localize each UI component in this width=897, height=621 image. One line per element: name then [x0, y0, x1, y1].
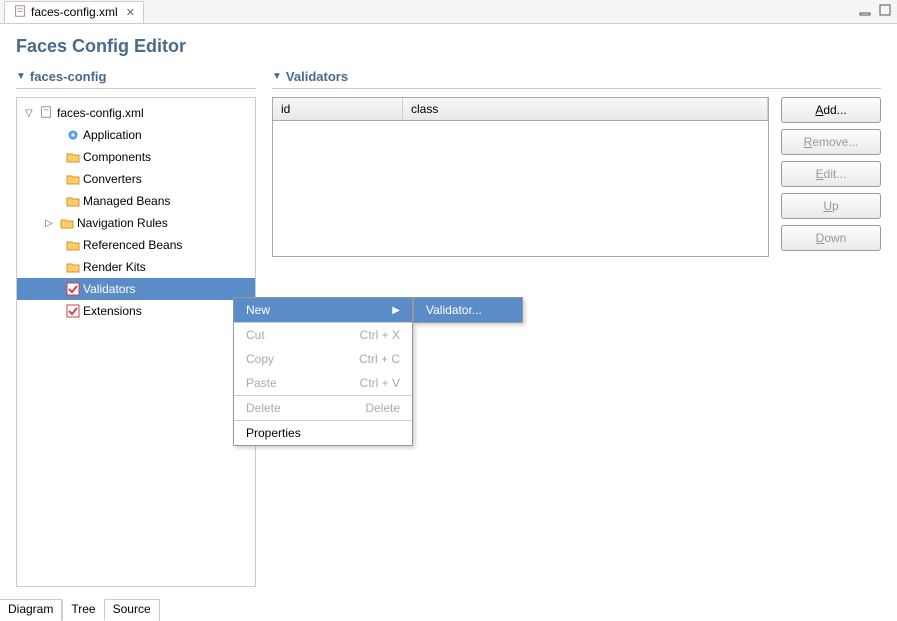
bottom-tabs: Diagram Tree Source [0, 599, 160, 621]
remove-button[interactable]: Remove... [781, 129, 881, 155]
menu-item-paste[interactable]: Paste Ctrl + V [234, 371, 412, 395]
tab-bar: faces-config.xml ✕ [0, 0, 897, 24]
menu-label: Copy [246, 352, 274, 366]
down-button[interactable]: Down [781, 225, 881, 251]
menu-item-properties[interactable]: Properties [234, 421, 412, 445]
up-button[interactable]: Up [781, 193, 881, 219]
page-title: Faces Config Editor [0, 24, 897, 65]
menu-item-cut[interactable]: Cut Ctrl + X [234, 323, 412, 347]
main-area: ▼ faces-config ▽ faces-config.xml Applic… [0, 65, 897, 595]
tree-item-label: Referenced Beans [83, 238, 182, 252]
menu-item-new[interactable]: New ▶ [234, 298, 412, 322]
table-header: id class [273, 98, 768, 121]
tab-source[interactable]: Source [105, 600, 160, 621]
tree-item-application[interactable]: Application [17, 124, 255, 146]
tree-item-converters[interactable]: Converters [17, 168, 255, 190]
tab-diagram[interactable]: Diagram [0, 600, 62, 621]
menu-shortcut: Ctrl + C [359, 352, 400, 366]
file-icon [13, 4, 27, 21]
tree-item-managed-beans[interactable]: Managed Beans [17, 190, 255, 212]
collapse-arrow-icon: ▼ [272, 71, 282, 82]
folder-icon [65, 237, 81, 253]
sidebar-header-label: faces-config [30, 69, 107, 84]
menu-label: Delete [246, 401, 281, 415]
tree-item-label: Converters [83, 172, 142, 186]
check-icon [65, 281, 81, 297]
column-header-class[interactable]: class [403, 98, 768, 120]
close-icon[interactable]: ✕ [126, 6, 135, 19]
menu-label: Paste [246, 376, 277, 390]
folder-icon [65, 149, 81, 165]
table-area: id class Add... Remove... Edit... Up Dow… [272, 97, 881, 257]
menu-item-copy[interactable]: Copy Ctrl + C [234, 347, 412, 371]
column-header-id[interactable]: id [273, 98, 403, 120]
tree-item-extensions[interactable]: Extensions [17, 300, 255, 322]
submenu-item-validator[interactable]: Validator... [414, 298, 522, 322]
menu-shortcut: Delete [365, 401, 400, 415]
extension-icon [65, 303, 81, 319]
collapse-arrow-icon: ▼ [16, 71, 26, 82]
gear-icon [65, 127, 81, 143]
tree-item-referenced-beans[interactable]: Referenced Beans [17, 234, 255, 256]
sidebar-header[interactable]: ▼ faces-config [16, 65, 256, 89]
tree-root[interactable]: ▽ faces-config.xml [17, 102, 255, 124]
folder-icon [59, 215, 75, 231]
menu-item-delete[interactable]: Delete Delete [234, 396, 412, 420]
tree-item-label: Extensions [83, 304, 142, 318]
menu-label: Properties [246, 426, 301, 440]
expand-arrow-icon[interactable]: ▷ [45, 218, 57, 229]
main-header[interactable]: ▼ Validators [272, 65, 881, 89]
main-header-label: Validators [286, 69, 348, 84]
tree-item-label: Navigation Rules [77, 216, 168, 230]
validators-table[interactable]: id class [272, 97, 769, 257]
folder-icon [65, 171, 81, 187]
tree-item-render-kits[interactable]: Render Kits [17, 256, 255, 278]
menu-shortcut: Ctrl + X [360, 328, 400, 342]
menu-label: New [246, 303, 270, 317]
tree-item-label: Components [83, 150, 151, 164]
tree-view[interactable]: ▽ faces-config.xml Application Component… [16, 97, 256, 587]
left-panel: ▼ faces-config ▽ faces-config.xml Applic… [16, 65, 256, 587]
expand-arrow-icon[interactable]: ▽ [25, 108, 37, 119]
tree-item-validators[interactable]: Validators [17, 278, 255, 300]
file-icon [39, 105, 55, 121]
add-button[interactable]: Add... [781, 97, 881, 123]
menu-shortcut: Ctrl + V [360, 376, 400, 390]
submenu: Validator... [413, 297, 523, 323]
chevron-right-icon: ▶ [392, 305, 400, 316]
menu-label: Cut [246, 328, 265, 342]
edit-button[interactable]: Edit... [781, 161, 881, 187]
folder-icon [65, 259, 81, 275]
tree-item-label: Application [83, 128, 142, 142]
maximize-button[interactable] [877, 2, 893, 18]
submenu-label: Validator... [426, 303, 482, 317]
tab-title: faces-config.xml [31, 5, 118, 19]
folder-icon [65, 193, 81, 209]
tree-item-label: Render Kits [83, 260, 146, 274]
editor-tab[interactable]: faces-config.xml ✕ [4, 1, 144, 23]
tree-item-navigation-rules[interactable]: ▷ Navigation Rules [17, 212, 255, 234]
minimize-button[interactable] [857, 2, 873, 18]
tree-item-components[interactable]: Components [17, 146, 255, 168]
tree-item-label: Validators [83, 282, 135, 296]
button-column: Add... Remove... Edit... Up Down [781, 97, 881, 257]
window-controls [857, 2, 893, 18]
tree-root-label: faces-config.xml [57, 106, 144, 120]
tree-item-label: Managed Beans [83, 194, 170, 208]
context-menu: New ▶ Cut Ctrl + X Copy Ctrl + C Paste C… [233, 297, 413, 446]
tab-tree[interactable]: Tree [62, 599, 104, 620]
